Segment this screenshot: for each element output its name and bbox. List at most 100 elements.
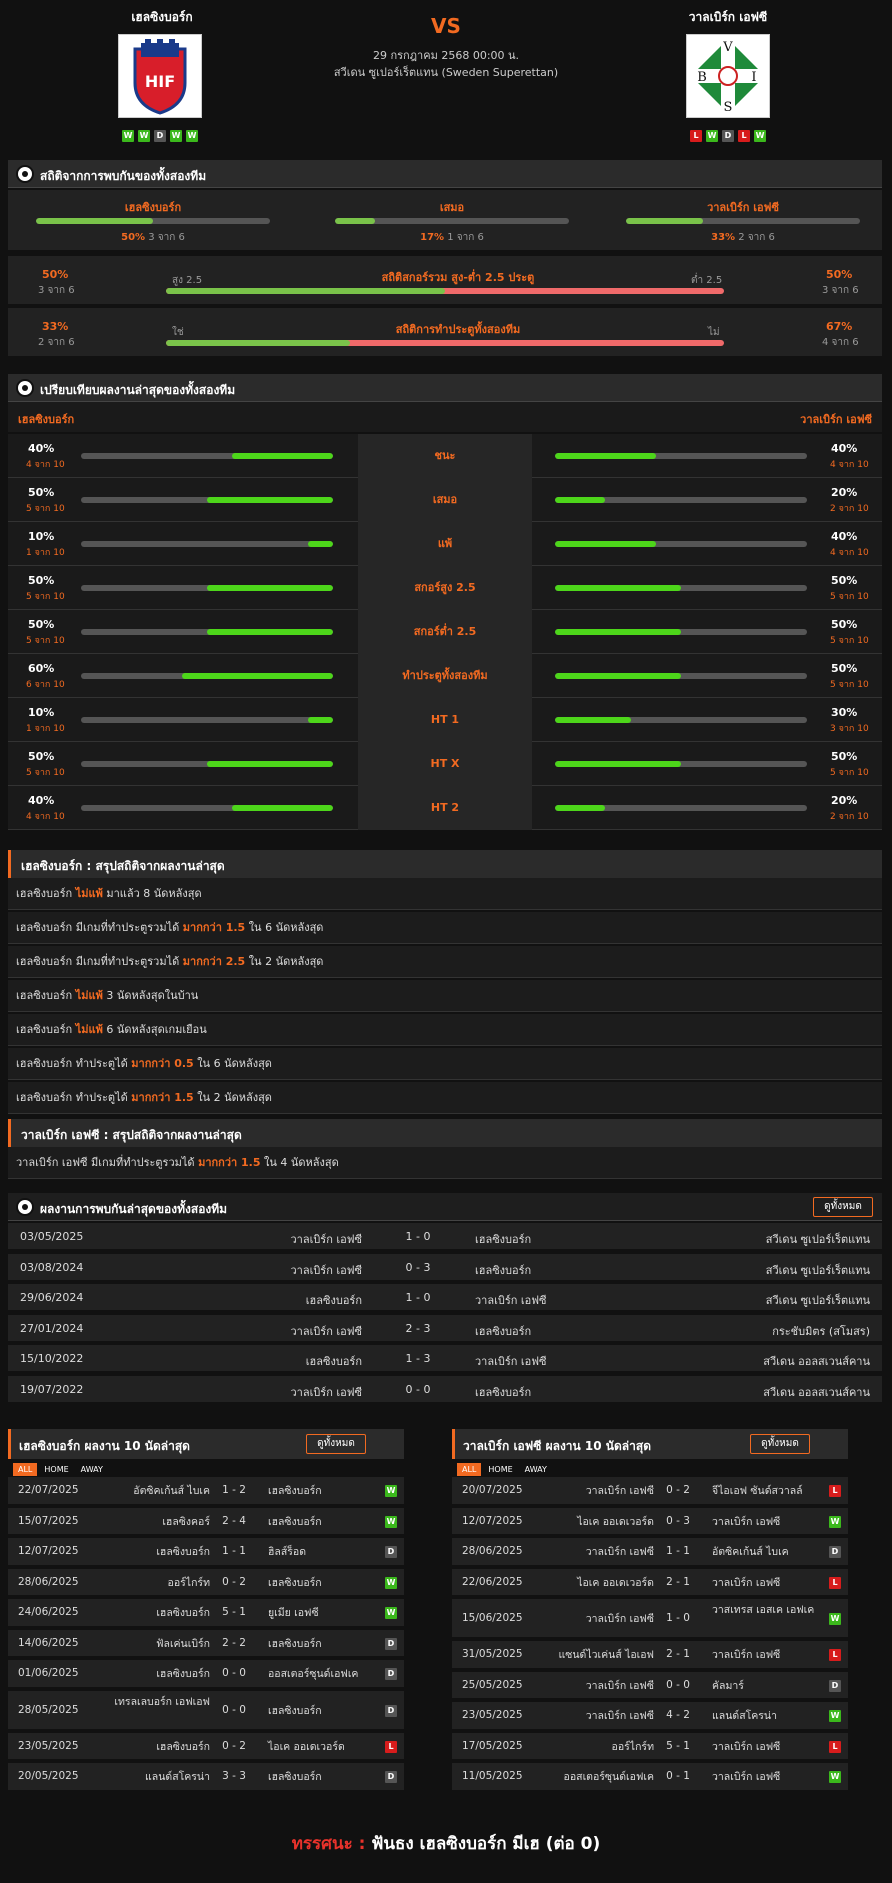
match-away: ฮิลส์ร็อด xyxy=(268,1546,307,1559)
compare-away-bar-fill xyxy=(555,717,631,723)
tab-away[interactable]: AWAY xyxy=(76,1463,108,1476)
last10-row[interactable]: 31/05/2025 แซนด์ไวเค่นส์ ไอเอฟ 2 - 1 วาลเบิ… xyxy=(452,1641,848,1670)
last10-row[interactable]: 24/06/2025 เฮลซิงบอร์ก 5 - 1 ยูเมีย เอฟซี W xyxy=(8,1599,404,1628)
result-badge: L xyxy=(829,1649,841,1662)
compare-home-pct: 50% xyxy=(28,618,55,631)
compare-away-bar-fill xyxy=(555,805,606,811)
compare-away-pct: 20% xyxy=(831,486,858,499)
prediction-label: ทรรศนะ : xyxy=(291,1834,366,1854)
compare-label: เสมอ xyxy=(358,478,532,522)
vs-label: VS xyxy=(431,14,461,38)
match-league: สวีเดน ซูเปอร์เร็ตแทน (Sweden Superettan… xyxy=(333,66,559,79)
match-score: 1 - 0 xyxy=(666,1612,690,1624)
match-away: เฮลซิงบอร์ก xyxy=(268,1704,322,1717)
match-score: 1 - 3 xyxy=(405,1352,431,1365)
tab-all[interactable]: ALL xyxy=(457,1463,482,1476)
view-all-button[interactable]: ดูทั้งหมด xyxy=(750,1434,810,1454)
home-team-name[interactable]: เฮลซิงบอร์ก xyxy=(62,8,262,27)
last10-row[interactable]: 17/05/2025 ออร์ไกร์ท 5 - 1 วาลเบิร์ก เอฟซี L xyxy=(452,1732,848,1761)
last10-row[interactable]: 28/06/2025 ออร์ไกร์ท 0 - 2 เฮลซิงบอร์ก W xyxy=(8,1568,404,1597)
last10-row[interactable]: 14/06/2025 ฟัลเค่นเบิร์ก 2 - 2 เฮลซิงบอร์ก D xyxy=(8,1629,404,1658)
compare-away-bar xyxy=(555,673,807,679)
summary-suffix: ใน 2 นัดหลังสุด xyxy=(197,1091,272,1104)
result-badge: D xyxy=(829,1679,841,1692)
h2h-result-row[interactable]: 03/08/2024 วาลเบิร์ก เอฟซี 0 - 3 เฮลซิงบอร์… xyxy=(8,1253,882,1282)
match-date: 01/06/2025 xyxy=(18,1667,79,1680)
last10-row[interactable]: 12/07/2025 ไอเค ออเดเวอร์ด 0 - 3 วาลเบิร์ก … xyxy=(452,1507,848,1536)
h2h-result-row[interactable]: 03/05/2025 วาลเบิร์ก เอฟซี 1 - 0 เฮลซิงบอร์… xyxy=(8,1223,882,1251)
last10-row[interactable]: 15/07/2025 เฮลซิงคอร์ 2 - 4 เฮลซิงบอร์ก W xyxy=(8,1507,404,1536)
last10-row[interactable]: 25/05/2025 วาลเบิร์ก เอฟซี 0 - 0 คัลมาร์ D xyxy=(452,1671,848,1700)
tab-home[interactable]: HOME xyxy=(39,1463,73,1476)
match-away: วาลเบิร์ก เอฟซี xyxy=(712,1515,781,1528)
match-home: เฮลซิงบอร์ก xyxy=(156,1740,210,1753)
match-date: 25/05/2025 xyxy=(462,1678,523,1691)
match-score: 1 - 1 xyxy=(666,1545,690,1558)
summary-highlight: ไม่แพ้ xyxy=(75,989,103,1002)
h2h-item-bar xyxy=(335,218,569,224)
ou-right-pct: 50% xyxy=(826,268,853,281)
ou-right-label: ต่ำ 2.5 xyxy=(691,275,723,286)
compare-away-bar xyxy=(555,585,807,591)
last10-row[interactable]: 12/07/2025 เฮลซิงบอร์ก 1 - 1 ฮิลส์ร็อด D xyxy=(8,1538,404,1567)
h2h-win-stats: เฮลซิงบอร์ก 50% 3 จาก 6 เสมอ 17% 1 จาก 6 วาล… xyxy=(8,190,882,250)
last10-row[interactable]: 23/05/2025 วาลเบิร์ก เอฟซี 4 - 2 แลนด์สโครน… xyxy=(452,1702,848,1731)
compare-away-pct: 50% xyxy=(831,662,858,675)
svg-text:V: V xyxy=(722,40,733,55)
summary-row: วาลเบิร์ก เอฟซี มีเกมที่ทำประตูรวมได้ มา… xyxy=(8,1147,882,1179)
match-score: 2 - 4 xyxy=(222,1514,246,1527)
compare-home-bar xyxy=(81,673,333,679)
match-score: 0 - 0 xyxy=(222,1703,246,1716)
summary-row: เฮลซิงบอร์ก ทำประตูได้ มากกว่า 1.5 ใน 2 … xyxy=(8,1082,882,1114)
compare-away-bar-fill xyxy=(555,761,681,767)
compare-away-pct: 50% xyxy=(831,574,858,587)
h2h-result-row[interactable]: 29/06/2024 เฮลซิงบอร์ก 1 - 0 วาลเบิร์ก เอฟซ… xyxy=(8,1284,882,1312)
compare-home-count: 5 จาก 10 xyxy=(26,636,65,646)
ou-left-count: 3 จาก 6 xyxy=(38,285,75,296)
match-score: 0 - 2 xyxy=(666,1484,690,1497)
view-all-button[interactable]: ดูทั้งหมด xyxy=(813,1197,873,1217)
match-away: คัลมาร์ xyxy=(712,1679,744,1692)
h2h-result-row[interactable]: 19/07/2022 วาลเบิร์ก เอฟซี 0 - 0 เฮลซิงบอร์… xyxy=(8,1375,882,1404)
tab-all[interactable]: ALL xyxy=(13,1463,38,1476)
last10-row[interactable]: 20/07/2025 วาลเบิร์ก เอฟซี 0 - 2 จีไอเอฟ ซั… xyxy=(452,1477,848,1506)
compare-away-pct: 30% xyxy=(831,706,858,719)
last10-row[interactable]: 22/07/2025 อัตซิคเก้นส์ ไบเค 1 - 2 เฮลซิงบอ… xyxy=(8,1477,404,1506)
compare-home-pct: 40% xyxy=(28,442,55,455)
away-last10-tabs: ALL HOME AWAY xyxy=(457,1463,554,1476)
match-score: 4 - 2 xyxy=(666,1709,690,1722)
compare-away-count: 4 จาก 10 xyxy=(830,548,869,558)
home-summary-title: เฮลซิงบอร์ก : สรุปสถิติจากผลงานล่าสุด xyxy=(21,859,225,873)
tab-home[interactable]: HOME xyxy=(483,1463,517,1476)
summary-row: เฮลซิงบอร์ก ไม่แพ้ มาแล้ว 8 นัดหลังสุด xyxy=(8,878,882,910)
last10-row[interactable]: 22/06/2025 ไอเค ออเดเวอร์ด 2 - 1 วาลเบิร์ก … xyxy=(452,1568,848,1597)
last10-row[interactable]: 28/05/2025 เทรลเลบอร์ก เอฟเอฟ 0 - 0 เฮลซิงบ… xyxy=(8,1690,404,1731)
h2h-item-label: วาลเบิร์ก เอฟซี xyxy=(707,201,779,214)
match-date: 15/06/2025 xyxy=(462,1612,523,1624)
result-badge: W xyxy=(829,1771,841,1784)
last10-row[interactable]: 23/05/2025 เฮลซิงบอร์ก 0 - 2 ไอเค ออเดเวอร์… xyxy=(8,1732,404,1761)
h2h-result-row[interactable]: 15/10/2022 เฮลซิงบอร์ก 1 - 3 วาลเบิร์ก เอฟซ… xyxy=(8,1345,882,1373)
last10-row[interactable]: 20/05/2025 แลนด์สโครน่า 3 - 3 เฮลซิงบอร์ก D xyxy=(8,1763,404,1792)
compare-home-bar-fill xyxy=(232,453,333,459)
last10-row[interactable]: 11/05/2025 ออสเตอร์ซุนด์เอฟเค 0 - 1 วาลเบิร… xyxy=(452,1763,848,1792)
match-score: 2 - 1 xyxy=(666,1575,690,1588)
match-home: วาลเบิร์ก เอฟซี xyxy=(585,1485,654,1498)
h2h-result-row[interactable]: 27/01/2024 วาลเบิร์ก เอฟซี 2 - 3 เฮลซิงบอร์… xyxy=(8,1314,882,1343)
match-date: 12/07/2025 xyxy=(462,1514,523,1527)
match-score: 1 - 0 xyxy=(405,1230,431,1243)
last10-row[interactable]: 01/06/2025 เฮลซิงบอร์ก 0 - 0 ออสเตอร์ซุนด์เ… xyxy=(8,1660,404,1689)
form-badge: W xyxy=(186,130,198,142)
away-team-name[interactable]: วาลเบิร์ก เอฟซี xyxy=(628,8,828,27)
match-date: 17/05/2025 xyxy=(462,1739,523,1752)
tab-away[interactable]: AWAY xyxy=(520,1463,552,1476)
last10-row[interactable]: 15/06/2025 วาลเบิร์ก เอฟซี 1 - 0 วาสเทรส เอ… xyxy=(452,1599,848,1639)
last10-row[interactable]: 28/06/2025 วาลเบิร์ก เอฟซี 1 - 1 อัตซิคเก้น… xyxy=(452,1538,848,1567)
view-all-button[interactable]: ดูทั้งหมด xyxy=(306,1434,366,1454)
btts-right-label: ไม่ xyxy=(708,327,720,338)
match-score: 2 - 3 xyxy=(405,1321,431,1335)
match-away: ออสเตอร์ซุนด์เอฟเค xyxy=(268,1668,359,1681)
h2h-item-pct: 50% xyxy=(121,232,146,243)
match-away: เฮลซิงบอร์ก xyxy=(475,1233,532,1246)
compare-home-bar-fill xyxy=(207,629,333,635)
